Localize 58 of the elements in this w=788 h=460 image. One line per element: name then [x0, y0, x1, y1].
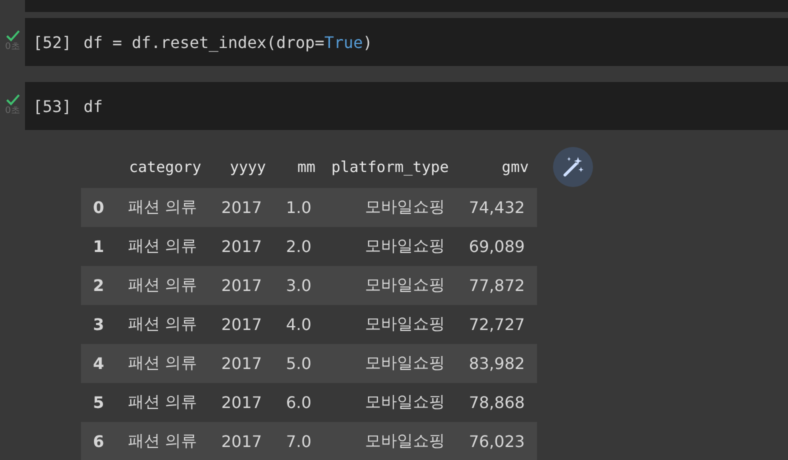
table-cell: 패션 의류 — [116, 305, 210, 344]
table-cell: 모바일쇼핑 — [323, 305, 457, 344]
table-cell: 83,982 — [456, 344, 537, 383]
table-cell: 77,872 — [456, 266, 537, 305]
column-header: gmv — [456, 146, 537, 188]
table-cell: 2017 — [209, 383, 274, 422]
column-header: mm — [274, 146, 324, 188]
table-cell: 패션 의류 — [116, 227, 210, 266]
table-cell: 모바일쇼핑 — [323, 344, 457, 383]
magic-wand-button[interactable] — [552, 147, 593, 187]
table-cell: 2017 — [209, 188, 274, 227]
row-index: 0 — [81, 188, 116, 227]
table-cell: 7.0 — [274, 422, 324, 460]
row-index: 6 — [81, 422, 116, 460]
table-cell: 모바일쇼핑 — [323, 227, 457, 266]
column-header: yyyy — [209, 146, 274, 188]
table-cell: 69,089 — [456, 227, 537, 266]
column-header: platform_type — [323, 146, 457, 188]
table-cell: 2017 — [209, 344, 274, 383]
table-cell: 72,727 — [456, 305, 537, 344]
magic-wand-icon — [560, 155, 585, 179]
row-index: 5 — [81, 383, 116, 422]
table-cell: 2017 — [209, 305, 274, 344]
table-cell: 5.0 — [274, 344, 324, 383]
table-cell: 패션 의류 — [116, 422, 210, 460]
table-cell: 패션 의류 — [116, 188, 210, 227]
table-cell: 78,868 — [456, 383, 537, 422]
code-text: df = df.reset_index(drop= — [84, 32, 324, 52]
column-header: category — [116, 146, 210, 188]
row-index: 2 — [81, 266, 116, 305]
code-cell[interactable]: [52] df = df.reset_index(drop=True) — [25, 18, 788, 66]
table-cell: 모바일쇼핑 — [323, 383, 457, 422]
table-cell: 1.0 — [274, 188, 324, 227]
table-cell: 6.0 — [274, 383, 324, 422]
table-cell: 2017 — [209, 266, 274, 305]
code-text: df — [84, 96, 103, 116]
code-cell[interactable] — [25, 0, 788, 12]
table-cell: 모바일쇼핑 — [323, 266, 457, 305]
table-cell: 2.0 — [274, 227, 324, 266]
code-text: True — [324, 32, 363, 52]
table-cell: 2017 — [209, 422, 274, 460]
table-cell: 3.0 — [274, 266, 324, 305]
code-cell[interactable]: [53] df — [25, 82, 788, 130]
row-index: 3 — [81, 305, 116, 344]
row-index: 4 — [81, 344, 116, 383]
table-cell: 패션 의류 — [116, 344, 210, 383]
table-cell: 74,432 — [456, 188, 537, 227]
table-cell: 패션 의류 — [116, 266, 210, 305]
table-cell: 2017 — [209, 227, 274, 266]
table-cell: 모바일쇼핑 — [323, 188, 457, 227]
table-cell: 모바일쇼핑 — [323, 422, 457, 460]
code-text: ) — [362, 32, 373, 52]
table-cell: 76,023 — [456, 422, 537, 460]
table-cell: 4.0 — [274, 305, 324, 344]
execution-count: [52] — [33, 32, 72, 52]
execution-count: [53] — [33, 96, 72, 116]
row-index: 1 — [81, 227, 116, 266]
table-cell: 패션 의류 — [116, 383, 210, 422]
